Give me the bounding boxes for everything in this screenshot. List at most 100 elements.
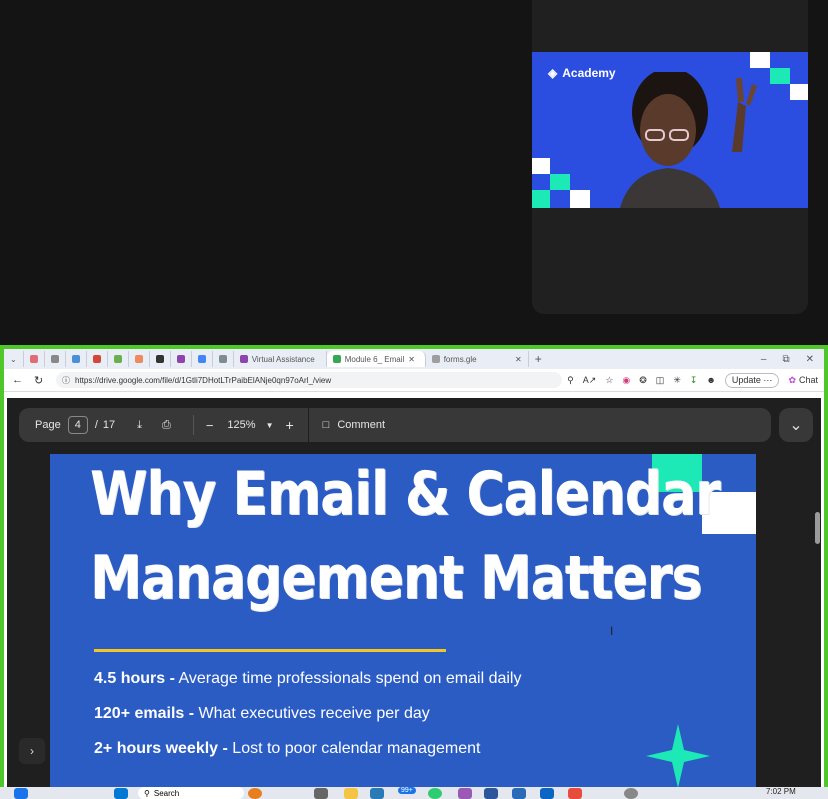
new-tab-button[interactable]: +	[529, 351, 548, 367]
close-window-icon[interactable]: ✕	[806, 354, 814, 365]
participant-video-tile[interactable]: ◈ Academy	[532, 0, 808, 314]
chevron-down-icon: ⌄	[789, 417, 803, 434]
minimize-icon[interactable]: –	[761, 354, 767, 365]
pdf-toolbar: Page 4 / 17 ⤓ ⎙ − 125% ▼ + □ Comment	[19, 408, 771, 442]
tab-favicon-icon	[113, 355, 122, 363]
x-icon	[155, 355, 164, 363]
stat-bold: 4.5 hours -	[94, 670, 175, 687]
slide-title-line2: Management Matters	[90, 544, 702, 613]
linkedin-icon[interactable]	[540, 788, 554, 799]
copilot-chat-button[interactable]: ✿ Chat	[788, 375, 818, 386]
zoom-level[interactable]: 125%	[227, 419, 255, 431]
favorite-star-icon[interactable]: ☆	[605, 375, 613, 386]
settings-icon[interactable]	[624, 788, 638, 799]
stat-text: Lost to poor calendar management	[227, 740, 481, 757]
profile-avatar-icon[interactable]: ☻	[706, 375, 715, 385]
browser-tab[interactable]	[129, 351, 150, 367]
back-icon[interactable]: ←	[12, 374, 23, 386]
zoom-in-icon[interactable]: +	[285, 417, 293, 433]
slide-page: Why Email & Calendar Management Matters …	[50, 454, 756, 795]
plus-icon: +	[534, 352, 542, 366]
comment-icon: □	[322, 419, 330, 431]
site-info-icon[interactable]: ⓘ	[62, 375, 70, 386]
google-icon	[197, 355, 206, 363]
pinned-app-icon[interactable]	[568, 788, 582, 799]
reload-icon[interactable]: ↻	[34, 374, 43, 387]
total-pages: 17	[102, 419, 116, 431]
zoom-search-icon[interactable]: ⚲	[567, 375, 574, 386]
more-options-button[interactable]: ⌄	[779, 408, 813, 442]
favorites-icon[interactable]: ✳	[673, 375, 681, 386]
downloads-icon[interactable]: ↧	[690, 375, 698, 386]
pinned-app-icon[interactable]	[314, 788, 328, 799]
sidebar-toggle-button[interactable]: ›	[19, 738, 45, 764]
text-cursor-icon: I	[610, 624, 614, 638]
title-divider	[94, 649, 446, 652]
stat-item: 2+ hours weekly - Lost to poor calendar …	[94, 740, 480, 758]
extensions-puzzle-icon[interactable]: ❂	[639, 375, 647, 386]
pinned-app-icon[interactable]	[512, 788, 526, 799]
clock-time[interactable]: 7:02 PM	[766, 787, 796, 796]
browser-tab[interactable]: forms.gle ✕	[426, 351, 529, 367]
pinned-app-icon[interactable]	[248, 788, 262, 799]
browser-tab[interactable]	[192, 351, 213, 367]
browser-tab[interactable]	[45, 351, 66, 367]
page-separator: /	[94, 419, 98, 431]
zoom-out-icon[interactable]: −	[206, 418, 214, 433]
tab-favicon-icon	[134, 355, 143, 363]
print-icon[interactable]: ⎙	[162, 419, 171, 432]
academy-logo-icon: ◈	[548, 66, 558, 80]
zoom-dropdown-icon[interactable]: ▼	[266, 421, 274, 430]
browser-tab[interactable]	[150, 351, 171, 367]
url-text: https://drive.google.com/file/d/1Gtli7DH…	[75, 375, 332, 385]
url-field[interactable]: ⓘ https://drive.google.com/file/d/1Gtli7…	[56, 372, 562, 388]
browser-tab[interactable]	[213, 351, 234, 367]
stat-item: 4.5 hours - Average time professionals s…	[94, 670, 521, 688]
download-icon[interactable]: ⤓	[137, 419, 142, 432]
extension-icon[interactable]: ◉	[622, 375, 630, 386]
word-icon[interactable]	[484, 788, 498, 799]
academy-logo: ◈ Academy	[548, 66, 616, 80]
restore-icon[interactable]: ⧉	[782, 354, 789, 365]
gmail-icon	[92, 355, 101, 363]
tab-list-dropdown[interactable]: ⌄	[4, 351, 24, 367]
stat-text: What executives receive per day	[194, 705, 430, 722]
page-label: Page	[35, 419, 61, 431]
split-screen-icon[interactable]: ◫	[656, 375, 665, 386]
pdf-viewer: Page 4 / 17 ⤓ ⎙ − 125% ▼ + □ Comment ⌄ W…	[7, 398, 821, 795]
browser-tab[interactable]	[87, 351, 108, 367]
task-view-icon[interactable]	[14, 788, 28, 799]
browser-tab[interactable]	[108, 351, 129, 367]
screen-share-frame: ⌄ Virtual Assistance Module 6_ Email ✕ fo…	[0, 345, 828, 799]
search-icon: ⚲	[144, 788, 150, 798]
close-icon[interactable]: ✕	[515, 355, 522, 364]
vscode-icon[interactable]	[370, 788, 384, 799]
google-drive-icon	[332, 355, 341, 363]
update-button[interactable]: Update ⋯	[724, 372, 780, 388]
close-icon[interactable]: ✕	[408, 355, 415, 364]
taskbar-search-box[interactable]: ⚲ Search	[138, 787, 244, 799]
tab-title: Virtual Assistance	[251, 354, 315, 364]
browser-tab[interactable]	[171, 351, 192, 367]
read-aloud-icon[interactable]: A↗	[583, 375, 597, 386]
browser-tab[interactable]	[24, 351, 45, 367]
page-number-input[interactable]: 4	[67, 416, 88, 434]
slide-title-line1: Why Email & Calendar	[90, 460, 721, 529]
tab-favicon-icon	[50, 355, 59, 363]
stat-text: Average time professionals spend on emai…	[174, 670, 522, 687]
stat-bold: 120+ emails -	[94, 705, 195, 722]
sparkle-star-icon	[646, 724, 710, 788]
comment-button[interactable]: □ Comment	[323, 419, 385, 431]
tab-module-6-email[interactable]: Module 6_ Email ✕	[326, 351, 426, 367]
browser-tab[interactable]: Virtual Assistance	[234, 351, 327, 367]
stat-bold: 2+ hours weekly -	[94, 740, 228, 757]
windows-start-icon[interactable]	[114, 788, 128, 799]
tab-title: Module 6_ Email	[344, 354, 405, 364]
browser-tab[interactable]	[66, 351, 87, 367]
scrollbar-thumb[interactable]	[815, 512, 820, 544]
stat-item: 120+ emails - What executives receive pe…	[94, 705, 430, 723]
windows-taskbar: ⚲ Search 99+ 7:02 PM	[0, 787, 828, 799]
pinned-app-icon[interactable]	[458, 788, 472, 799]
file-explorer-icon[interactable]	[344, 788, 358, 799]
chrome-icon[interactable]	[428, 788, 442, 799]
